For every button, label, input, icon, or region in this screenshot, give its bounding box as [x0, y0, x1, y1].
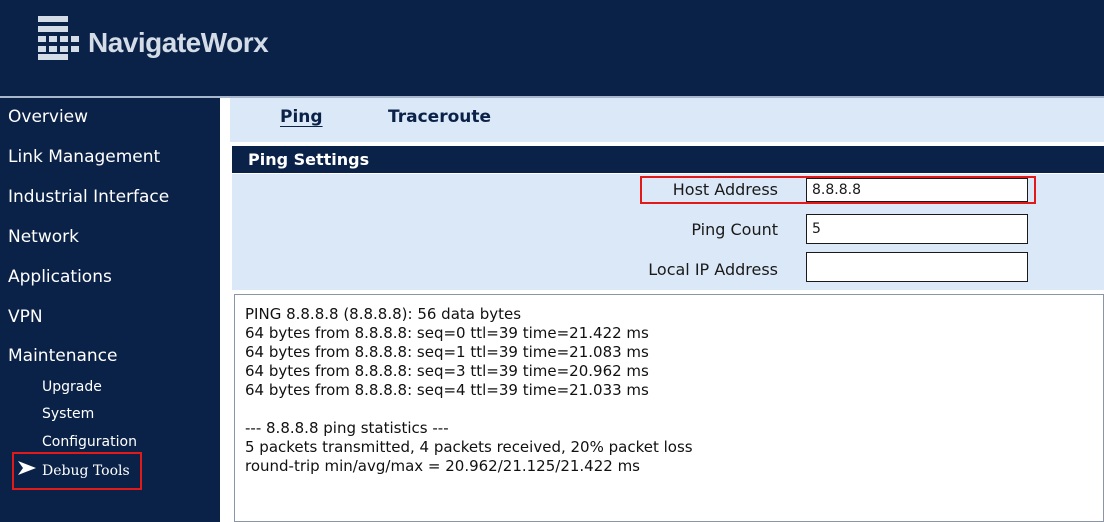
output-line: 64 bytes from 8.8.8.8: seq=1 ttl=39 time… [245, 343, 649, 361]
sidebar-item-network[interactable]: Network [8, 227, 79, 247]
tab-ping[interactable]: Ping [280, 107, 323, 127]
host-address-highlight [640, 176, 1036, 204]
local-ip-label: Local IP Address [648, 260, 778, 279]
tab-bar: Ping Traceroute [230, 98, 1104, 142]
sidebar-subitem-system[interactable]: System [42, 406, 94, 422]
brand-name: NavigateWorx [88, 27, 269, 58]
output-line: 64 bytes from 8.8.8.8: seq=4 ttl=39 time… [245, 381, 649, 399]
output-line: --- 8.8.8.8 ping statistics --- [245, 419, 449, 437]
ping-settings-header: Ping Settings [232, 146, 1104, 173]
output-line: 64 bytes from 8.8.8.8: seq=0 ttl=39 time… [245, 324, 649, 342]
tab-traceroute[interactable]: Traceroute [388, 107, 491, 127]
sidebar-item-industrial-interface[interactable]: Industrial Interface [8, 187, 169, 207]
sidebar-subitem-debug-tools[interactable]: Debug Tools [42, 463, 130, 479]
output-line: 64 bytes from 8.8.8.8: seq=3 ttl=39 time… [245, 362, 649, 380]
ping-output: PING 8.8.8.8 (8.8.8.8): 56 data bytes 64… [234, 294, 1104, 522]
ping-settings-panel: Host Address Ping Count Local IP Address [232, 174, 1104, 290]
ping-count-label: Ping Count [691, 220, 778, 239]
sidebar-item-overview[interactable]: Overview [8, 107, 88, 127]
output-line: round-trip min/avg/max = 20.962/21.125/2… [245, 457, 640, 475]
navigateworx-logo-icon [38, 16, 79, 60]
sidebar-divider [220, 98, 224, 522]
arrow-right-icon [18, 461, 36, 475]
sidebar-item-vpn[interactable]: VPN [8, 307, 43, 327]
sidebar-item-link-management[interactable]: Link Management [8, 147, 160, 167]
output-line: 5 packets transmitted, 4 packets receive… [245, 438, 693, 456]
sidebar-item-maintenance[interactable]: Maintenance [8, 346, 117, 366]
main-content: Ping Traceroute Ping Settings Host Addre… [230, 98, 1104, 522]
app-header: NavigateWorx [0, 0, 1104, 98]
ping-count-input[interactable] [806, 214, 1028, 244]
sidebar-item-applications[interactable]: Applications [8, 267, 112, 287]
sidebar-subitem-configuration[interactable]: Configuration [42, 434, 137, 450]
sidebar-subitem-upgrade[interactable]: Upgrade [42, 379, 102, 395]
local-ip-input[interactable] [806, 252, 1028, 282]
output-line: PING 8.8.8.8 (8.8.8.8): 56 data bytes [245, 305, 522, 323]
ping-settings-title: Ping Settings [248, 150, 370, 169]
